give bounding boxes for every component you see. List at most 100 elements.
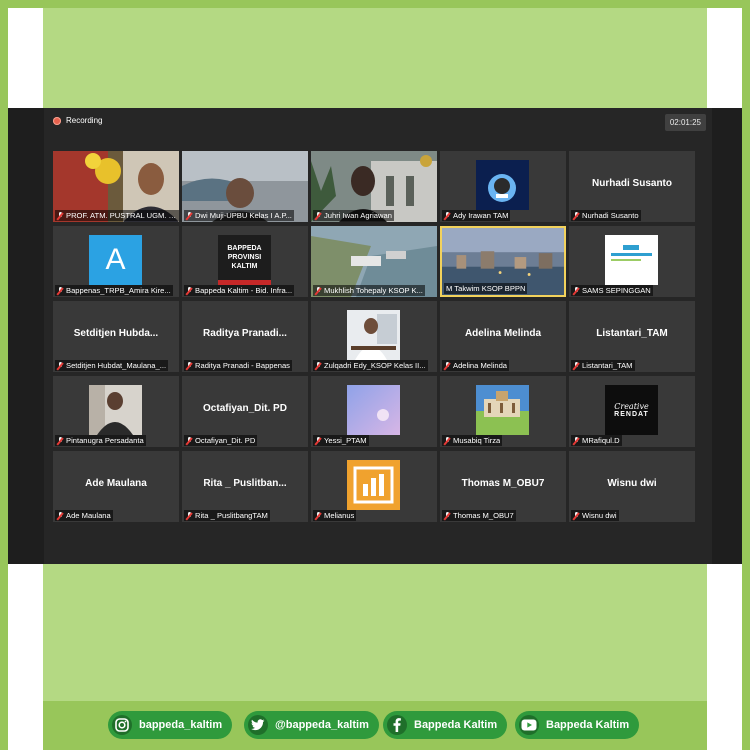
participant-name: Listantari_TAM xyxy=(596,328,668,339)
participant-tile[interactable]: Zulqadri Edy_KSOP Kelas II... xyxy=(311,301,437,372)
facebook-link[interactable]: Bappeda Kaltim xyxy=(383,711,508,739)
mic-muted-icon xyxy=(573,511,580,520)
participant-label: Yessi_PTAM xyxy=(313,435,369,446)
mic-muted-icon xyxy=(186,436,193,445)
participant-label: Adelina Melinda xyxy=(442,360,510,371)
participant-label: Ady Irawan TAM xyxy=(442,210,511,221)
participant-name: Ade Maulana xyxy=(85,478,147,489)
participant-name: Rita _ Puslitban... xyxy=(203,478,287,489)
profile-picture xyxy=(347,385,400,435)
participant-tile[interactable]: Adelina Melinda Adelina Melinda xyxy=(440,301,566,372)
participant-tile[interactable]: Listantari_TAM Listantari_TAM xyxy=(569,301,695,372)
profile-picture: Creative RENDAT xyxy=(605,385,658,435)
participant-label: Dwi Muji-UPBU Kelas I A.P... xyxy=(184,210,294,221)
mic-muted-icon xyxy=(186,286,193,295)
participant-tile[interactable]: Octafiyan_Dit. PD Octafiyan_Dit. PD xyxy=(182,376,308,447)
participant-label: Pintanugra Persadanta xyxy=(55,435,146,446)
participant-name: Octafiyan_Dit. PD xyxy=(203,403,287,414)
mic-muted-icon xyxy=(57,211,64,220)
mic-muted-icon xyxy=(573,436,580,445)
profile-picture xyxy=(347,460,400,510)
participant-tile[interactable]: Wisnu dwi Wisnu dwi xyxy=(569,451,695,522)
meeting-timer: 02:01:25 xyxy=(664,114,706,131)
participant-name: Nurhadi Susanto xyxy=(591,178,672,189)
participant-label: Octafiyan_Dit. PD xyxy=(184,435,258,446)
mic-muted-icon xyxy=(444,511,451,520)
participant-tile[interactable]: Melianus xyxy=(311,451,437,522)
participant-name: Setditjen Hubda... xyxy=(73,328,159,339)
participant-name: Wisnu dwi xyxy=(607,478,657,489)
participant-name: Thomas M_OBU7 xyxy=(461,478,545,489)
profile-picture: A xyxy=(89,235,142,285)
top-green-panel xyxy=(43,8,707,108)
participant-tile[interactable]: Dwi Muji-UPBU Kelas I A.P... xyxy=(182,151,308,222)
twitter-icon xyxy=(248,715,268,735)
participant-label: Bappenas_TRPB_Amira Kire... xyxy=(55,285,173,296)
instagram-icon xyxy=(112,715,132,735)
participant-tile[interactable]: Pintanugra Persadanta xyxy=(53,376,179,447)
participant-tile[interactable]: BAPPEDA PROVINSI KALTIM Bappeda Kaltim -… xyxy=(182,226,308,297)
participant-tile[interactable]: Juhri Iwan Agriawan xyxy=(311,151,437,222)
facebook-icon xyxy=(387,715,407,735)
mic-muted-icon xyxy=(186,361,193,370)
participant-tile[interactable]: Ady Irawan TAM xyxy=(440,151,566,222)
twitter-handle: @bappeda_kaltim xyxy=(275,719,369,731)
participant-tile[interactable]: Musabiq Tirza xyxy=(440,376,566,447)
mic-muted-icon xyxy=(315,361,322,370)
record-icon xyxy=(53,116,61,125)
participant-tile[interactable]: SAMS SEPINGGAN xyxy=(569,226,695,297)
participant-label: Mukhlish Tohepaly KSOP K... xyxy=(313,285,425,296)
profile-picture xyxy=(476,385,529,435)
participant-tile[interactable]: Rita _ Puslitban... Rita _ PuslitbangTAM xyxy=(182,451,308,522)
participant-tile[interactable]: Creative RENDAT MRafiqul.D xyxy=(569,376,695,447)
participant-label: Nurhadi Susanto xyxy=(571,210,641,221)
meeting-window: Recording 02:01:25 PROF. ATM. PUSTRAL UG… xyxy=(8,108,742,564)
gallery-view: Recording 02:01:25 PROF. ATM. PUSTRAL UG… xyxy=(44,108,712,564)
active-speaker-tile[interactable]: M Takwim KSOP BPPN xyxy=(440,226,566,297)
mic-muted-icon xyxy=(57,436,64,445)
participant-tile[interactable]: Yessi_PTAM xyxy=(311,376,437,447)
mic-muted-icon xyxy=(57,511,64,520)
participant-label: Raditya Pranadi - Bappenas xyxy=(184,360,292,371)
participant-label: Zulqadri Edy_KSOP Kelas II... xyxy=(313,360,428,371)
participant-tile[interactable]: PROF. ATM. PUSTRAL UGM. M... xyxy=(53,151,179,222)
participant-label: Wisnu dwi xyxy=(571,510,619,521)
creative-logo-script: Creative xyxy=(614,402,649,411)
participant-tile[interactable]: Ade Maulana Ade Maulana xyxy=(53,451,179,522)
participant-tile[interactable]: A Bappenas_TRPB_Amira Kire... xyxy=(53,226,179,297)
participant-label: MRafiqul.D xyxy=(571,435,622,446)
participant-label: SAMS SEPINGGAN xyxy=(571,285,653,296)
participant-tile[interactable]: Raditya Pranadi... Raditya Pranadi - Bap… xyxy=(182,301,308,372)
participant-tile[interactable]: Nurhadi Susanto Nurhadi Susanto xyxy=(569,151,695,222)
creative-logo-word: RENDAT xyxy=(614,411,649,418)
mic-muted-icon xyxy=(444,436,451,445)
youtube-link[interactable]: Bappeda Kaltim xyxy=(515,711,640,739)
participant-name: Adelina Melinda xyxy=(464,328,542,339)
participant-label: M Takwim KSOP BPPN xyxy=(444,283,528,294)
participant-label: Thomas M_OBU7 xyxy=(442,510,516,521)
mic-muted-icon xyxy=(57,286,64,295)
mic-muted-icon xyxy=(573,286,580,295)
mic-muted-icon xyxy=(57,361,64,370)
recording-indicator[interactable]: Recording xyxy=(53,116,102,125)
profile-picture xyxy=(347,310,400,360)
participant-tile[interactable]: Mukhlish Tohepaly KSOP K... xyxy=(311,226,437,297)
mic-muted-icon xyxy=(315,436,322,445)
participant-tile[interactable]: Setditjen Hubda... Setditjen Hubdat_Maul… xyxy=(53,301,179,372)
twitter-link[interactable]: @bappeda_kaltim xyxy=(244,711,379,739)
instagram-link[interactable]: bappeda_kaltim xyxy=(108,711,233,739)
participant-label: Listantari_TAM xyxy=(571,360,635,371)
participant-label: Rita _ PuslitbangTAM xyxy=(184,510,270,521)
participant-label: Ade Maulana xyxy=(55,510,113,521)
facebook-page: Bappeda Kaltim xyxy=(414,719,498,731)
recording-label: Recording xyxy=(66,116,103,125)
mic-muted-icon xyxy=(573,361,580,370)
participant-label: Melianus xyxy=(313,510,357,521)
mic-muted-icon xyxy=(444,361,451,370)
profile-picture xyxy=(476,160,529,210)
mic-muted-icon xyxy=(573,211,580,220)
participant-name: Raditya Pranadi... xyxy=(203,328,287,339)
bottom-green-panel xyxy=(43,564,707,701)
participant-tile[interactable]: Thomas M_OBU7 Thomas M_OBU7 xyxy=(440,451,566,522)
participant-label: Setditjen Hubdat_Maulana_... xyxy=(55,360,169,371)
